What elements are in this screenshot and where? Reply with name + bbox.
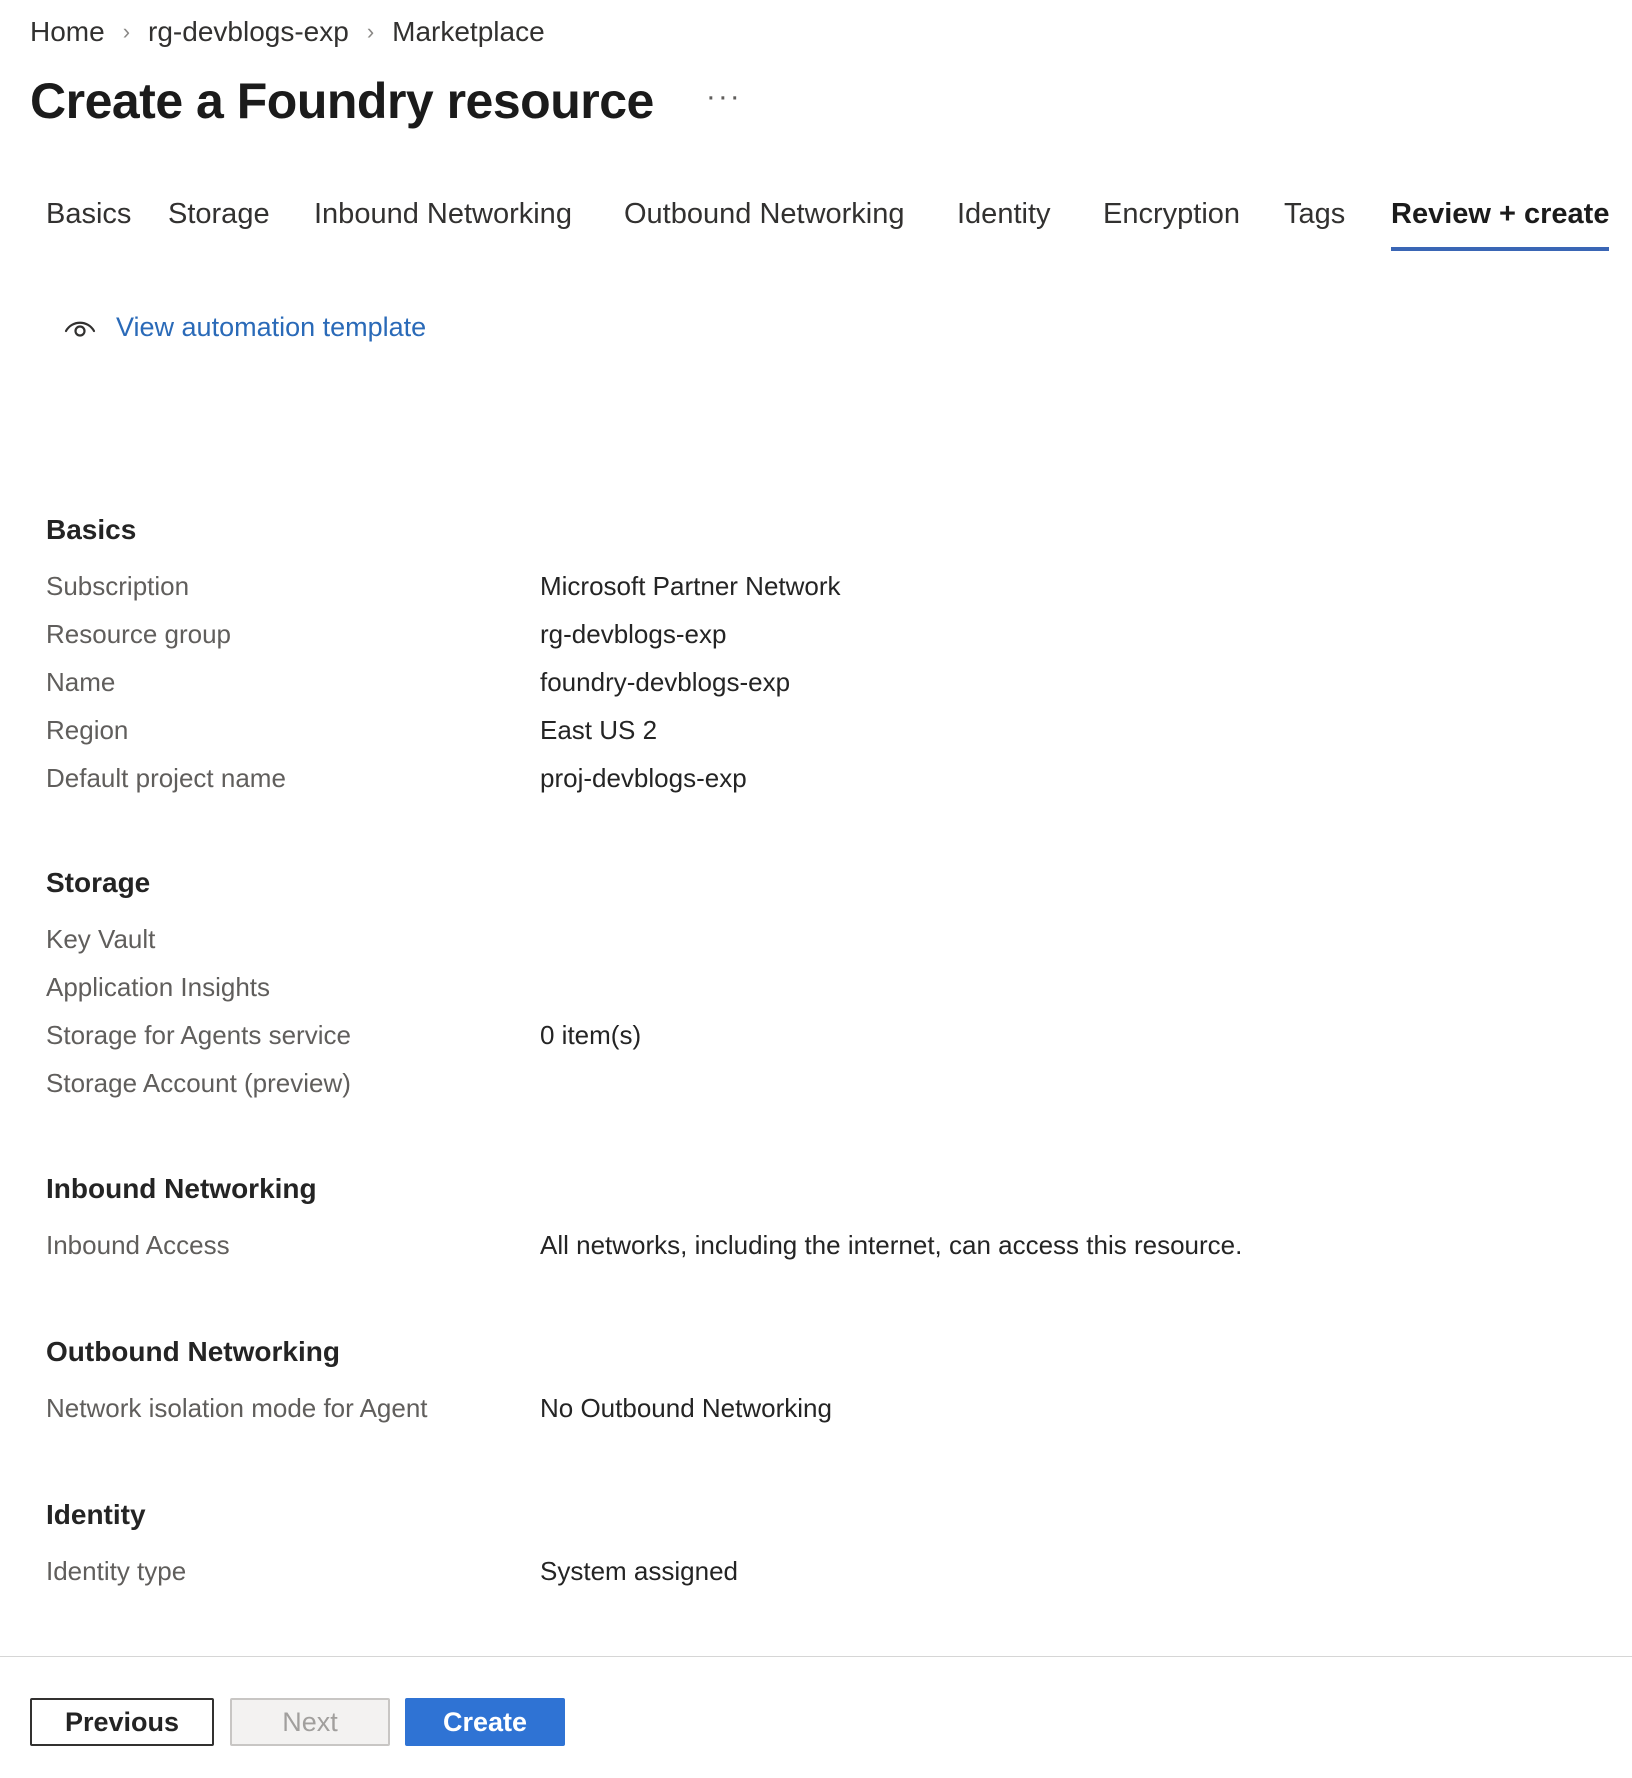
tab-encryption[interactable]: Encryption [1103,198,1240,247]
tab-inbound-networking[interactable]: Inbound Networking [314,198,572,247]
create-button[interactable]: Create [405,1698,565,1746]
breadcrumb-item-resource-group[interactable]: rg-devblogs-exp [148,16,349,48]
row-label-inbound-access: Inbound Access [46,1230,230,1260]
row-label-network-isolation-mode: Network isolation mode for Agent [46,1393,428,1423]
row-label-name: Name [46,667,116,697]
tab-review-create[interactable]: Review + create [1391,198,1610,251]
row-label-default-project-name: Default project name [46,763,286,793]
breadcrumb-item-marketplace[interactable]: Marketplace [392,16,545,48]
title-row: Create a Foundry resource ··· [30,72,742,130]
tab-outbound-networking[interactable]: Outbound Networking [624,198,905,247]
row-value-subscription: Microsoft Partner Network [540,571,841,601]
wizard-tabs: Basics Storage Inbound Networking Outbou… [0,198,1632,268]
breadcrumb-item-home[interactable]: Home [30,16,105,48]
section-title-basics: Basics [46,514,137,545]
breadcrumb: Home › rg-devblogs-exp › Marketplace [30,16,545,48]
chevron-right-icon: › [366,19,375,44]
more-options-icon[interactable]: ··· [706,80,742,114]
row-value-default-project-name: proj-devblogs-exp [540,763,747,793]
row-label-key-vault: Key Vault [46,924,156,954]
section-title-inbound-networking: Inbound Networking [46,1173,317,1204]
row-label-region: Region [46,715,129,745]
section-title-storage: Storage [46,867,151,898]
tab-basics[interactable]: Basics [46,198,131,247]
row-value-identity-type: System assigned [540,1556,738,1586]
section-title-outbound-networking: Outbound Networking [46,1336,340,1367]
row-label-storage-agents-service: Storage for Agents service [46,1020,351,1050]
view-automation-template-link[interactable]: View automation template [64,312,426,343]
row-value-resource-group: rg-devblogs-exp [540,619,727,649]
section-title-identity: Identity [46,1499,146,1530]
row-value-name: foundry-devblogs-exp [540,667,791,697]
view-automation-template-label: View automation template [116,312,427,342]
row-label-subscription: Subscription [46,571,190,601]
tab-identity[interactable]: Identity [957,198,1051,247]
row-value-storage-agents-service: 0 item(s) [540,1020,642,1050]
chevron-right-icon: › [122,19,131,44]
row-value-inbound-access: All networks, including the internet, ca… [540,1230,1243,1260]
tab-tags[interactable]: Tags [1284,198,1345,247]
row-value-region: East US 2 [540,715,658,745]
previous-button[interactable]: Previous [30,1698,214,1746]
footer-divider [0,1656,1632,1657]
row-label-application-insights: Application Insights [46,972,271,1002]
next-button[interactable]: Next [230,1698,390,1746]
tab-storage[interactable]: Storage [168,198,270,247]
row-value-network-isolation-mode: No Outbound Networking [540,1393,832,1423]
row-label-resource-group: Resource group [46,619,231,649]
eye-icon [64,321,96,337]
row-label-identity-type: Identity type [46,1556,187,1586]
page-title: Create a Foundry resource [30,73,654,129]
row-label-storage-account: Storage Account (preview) [46,1068,351,1098]
